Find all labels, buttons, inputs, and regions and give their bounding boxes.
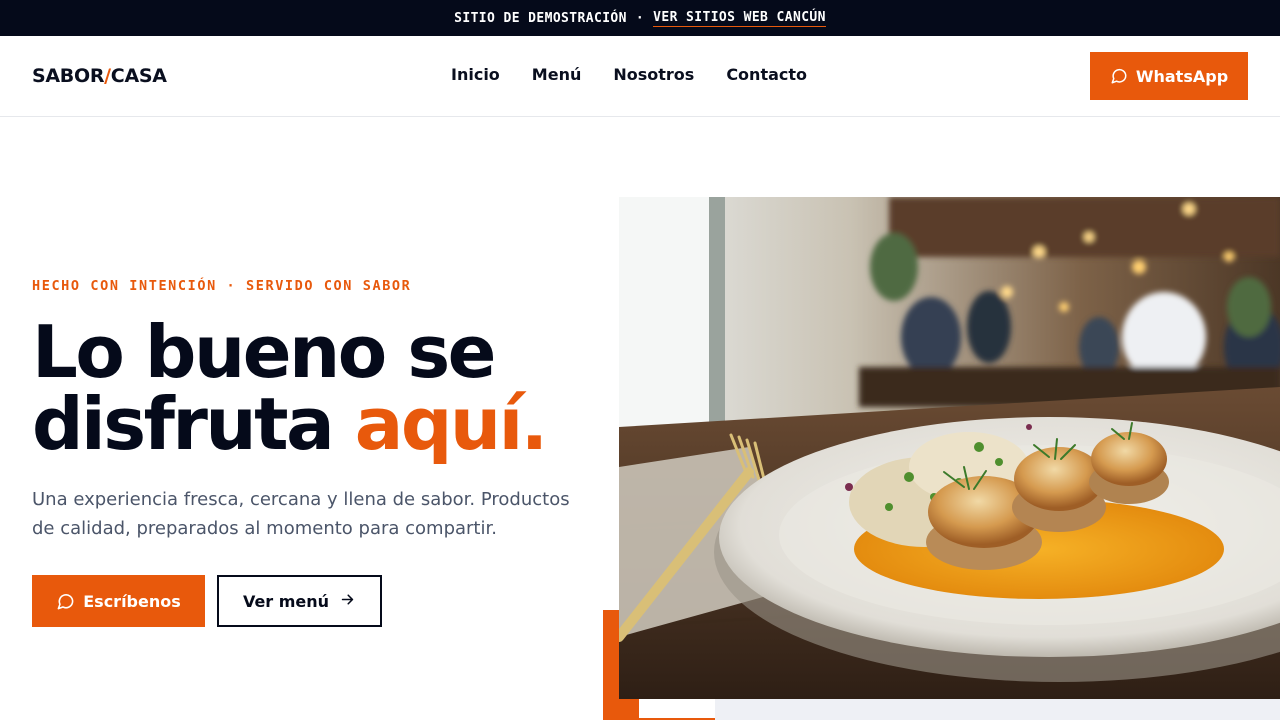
escribenos-button-label: Escríbenos bbox=[83, 591, 181, 611]
separator-dot: · bbox=[635, 10, 645, 26]
nav-link-inicio[interactable]: Inicio bbox=[451, 65, 500, 84]
hero-eyebrow: HECHO CON INTENCIÓN · SERVIDO CON SABOR bbox=[32, 278, 412, 294]
image-shadow-strip bbox=[715, 699, 1280, 720]
nav-link-contacto[interactable]: Contacto bbox=[726, 65, 807, 84]
hero-title: Lo bueno se disfruta aquí. bbox=[32, 316, 612, 460]
arrow-right-icon bbox=[339, 591, 356, 612]
hero-title-line-2: disfruta bbox=[32, 382, 355, 466]
ver-menu-button-label: Ver menú bbox=[242, 591, 330, 611]
logo[interactable]: SABOR/CASA bbox=[32, 65, 167, 87]
nav-link-nosotros[interactable]: Nosotros bbox=[613, 65, 694, 84]
hero-image bbox=[619, 197, 1280, 699]
chat-bubble-icon bbox=[1110, 67, 1128, 85]
whatsapp-button-label: WhatsApp bbox=[1135, 66, 1229, 86]
hero-title-accent: aquí. bbox=[354, 382, 548, 466]
nav-link-menu[interactable]: Menú bbox=[532, 65, 582, 84]
site-header: SABOR/CASA Inicio Menú Nosotros Contacto… bbox=[0, 36, 1280, 117]
hero-lead: Una experiencia fresca, cercana y llena … bbox=[32, 489, 570, 539]
scallops-dish-photo bbox=[619, 197, 1280, 699]
escribenos-button[interactable]: Escríbenos bbox=[32, 575, 205, 627]
main-nav: Inicio Menú Nosotros Contacto bbox=[451, 65, 807, 84]
ver-menu-button[interactable]: Ver menú bbox=[217, 575, 382, 627]
view-websites-link[interactable]: VER SITIOS WEB CANCÚN bbox=[653, 10, 826, 27]
logo-part-2: CASA bbox=[110, 65, 167, 87]
logo-slash: / bbox=[104, 65, 111, 87]
announcement-bar: SITIO DE DEMOSTRACIÓN · VER SITIOS WEB C… bbox=[0, 0, 1280, 36]
whatsapp-button[interactable]: WhatsApp bbox=[1090, 52, 1248, 100]
demo-site-label: SITIO DE DEMOSTRACIÓN bbox=[454, 10, 627, 26]
chat-bubble-icon bbox=[56, 592, 75, 611]
logo-part-1: SABOR bbox=[32, 65, 105, 87]
